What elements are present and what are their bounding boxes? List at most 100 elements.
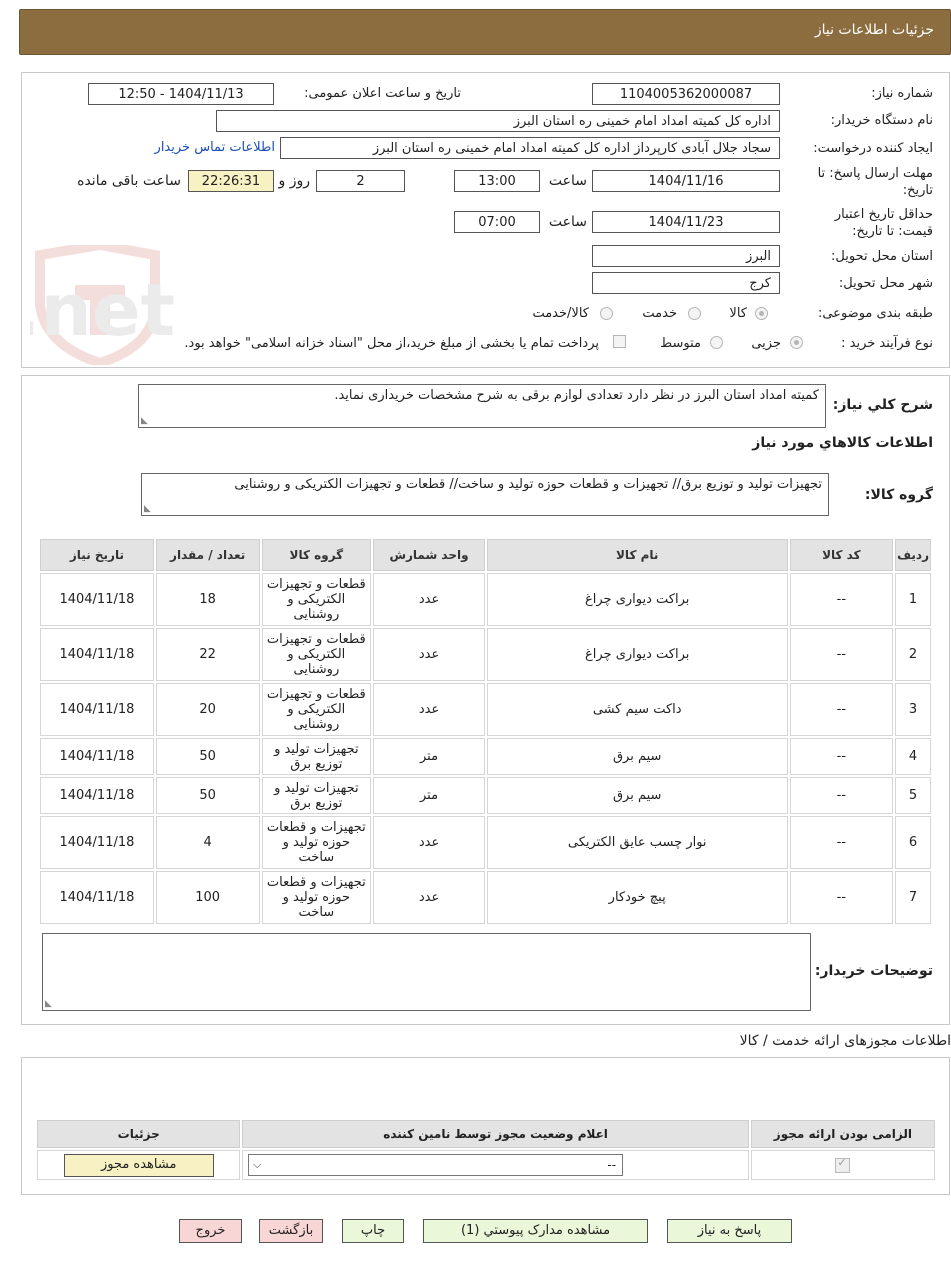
validity-time-field: 07:00 xyxy=(454,211,540,233)
item-unit: متر xyxy=(373,738,485,775)
row-number: 7 xyxy=(895,871,931,924)
validity-label: حداقل تاریخ اعتبار قیمت: تا تاریخ: xyxy=(835,206,933,240)
item-group: قطعات و تجهیزات الکتریکی و روشنایی xyxy=(261,628,372,681)
category-radio-goods[interactable] xyxy=(755,307,768,320)
table-row: 4 -- سیم برق متر تجهیزات تولید و توزیع ب… xyxy=(40,738,931,775)
need-number-field: 1104005362000087 xyxy=(592,83,780,105)
checkmark-icon: ✓ xyxy=(837,1155,847,1169)
buyer-org-field: اداره کل کمیته امداد امام خمینی ره استان… xyxy=(216,110,780,132)
category-radio-service[interactable] xyxy=(688,307,701,320)
item-qty: 100 xyxy=(155,871,260,924)
table-row: ✓ -- ⌵ مشاهده مجوز xyxy=(37,1150,935,1180)
col-header-license-required: الزامی بودن ارائه مجوز xyxy=(750,1120,935,1148)
license-status-cell: -- ⌵ xyxy=(242,1150,749,1180)
resize-grip-icon[interactable]: ◢ xyxy=(45,999,52,1009)
item-name: سیم برق xyxy=(486,738,788,775)
resize-grip-icon[interactable]: ◢ xyxy=(144,504,151,514)
view-license-button[interactable]: مشاهده مجوز xyxy=(63,1153,214,1177)
item-group: تجهیزات و قطعات حوزه تولید و ساخت xyxy=(261,816,372,869)
item-name: سیم برق xyxy=(486,777,788,814)
chevron-down-icon: ⌵ xyxy=(253,1158,262,1171)
item-unit: عدد xyxy=(373,683,485,736)
item-qty: 50 xyxy=(155,738,260,775)
licenses-table-header: الزامی بودن ارائه مجوز اعلام وضعیت مجوز … xyxy=(37,1120,935,1148)
buyer-org-label: نام دستگاه خریدار: xyxy=(830,113,933,128)
days-remaining-field: 2 xyxy=(316,170,405,192)
license-status-select[interactable]: -- ⌵ xyxy=(248,1154,624,1176)
city-label: شهر محل تحویل: xyxy=(838,276,933,291)
item-name: نوار چسب عایق الکتریکی xyxy=(486,816,788,869)
validity-time-label: ساعت xyxy=(548,214,587,230)
row-number: 3 xyxy=(895,683,931,736)
col-header-date: تاریخ نیاز xyxy=(40,539,154,571)
item-name: پیچ خودکار xyxy=(486,871,788,924)
description-label: شرح کلي نياز: xyxy=(832,397,933,413)
row-number: 1 xyxy=(895,573,931,626)
goods-group-label: گروه کالا: xyxy=(864,487,933,503)
col-header-unit: واحد شمارش xyxy=(373,539,485,571)
license-details-cell: مشاهده مجوز xyxy=(37,1150,241,1180)
item-date: 1404/11/18 xyxy=(40,777,154,814)
col-header-row: رديف xyxy=(895,539,931,571)
col-header-qty: تعداد / مقدار xyxy=(155,539,260,571)
resize-grip-icon[interactable]: ◢ xyxy=(141,416,148,426)
item-name: براکت دیواری چراغ xyxy=(486,573,788,626)
deadline-time-label: ساعت xyxy=(548,173,587,189)
page-title: جزئیات اطلاعات نیاز xyxy=(814,22,934,38)
process-radio-medium[interactable] xyxy=(710,336,723,349)
item-group: قطعات و تجهیزات الکتریکی و روشنایی xyxy=(261,573,372,626)
item-code: -- xyxy=(789,628,894,681)
deadline-label-line1: مهلت ارسال پاسخ: تا xyxy=(817,166,933,181)
print-button[interactable]: چاپ xyxy=(342,1219,404,1243)
col-header-license-status: اعلام وضعیت مجوز توسط نامین کننده xyxy=(242,1120,749,1148)
item-group: قطعات و تجهیزات الکتریکی و روشنایی xyxy=(261,683,372,736)
buyer-notes-textarea[interactable]: ◢ xyxy=(42,933,811,1011)
goods-group-textarea[interactable]: تجهیزات تولید و توزیع برق// تجهیزات و قط… xyxy=(141,473,829,516)
item-qty: 20 xyxy=(155,683,260,736)
category-option-service: خدمت xyxy=(642,306,677,321)
item-code: -- xyxy=(789,871,894,924)
item-code: -- xyxy=(789,777,894,814)
back-button[interactable]: بازگشت xyxy=(259,1219,323,1243)
item-date: 1404/11/18 xyxy=(40,683,154,736)
item-code: -- xyxy=(789,816,894,869)
row-number: 4 xyxy=(895,738,931,775)
item-qty: 18 xyxy=(155,573,260,626)
item-name: داکت سیم کشی xyxy=(486,683,788,736)
license-status-value: -- xyxy=(607,1158,617,1172)
row-number: 6 xyxy=(895,816,931,869)
col-header-code: کد کالا xyxy=(789,539,894,571)
need-number-label: شماره نیاز: xyxy=(871,86,933,101)
item-unit: عدد xyxy=(373,573,485,626)
col-header-details: جزئیات xyxy=(37,1120,241,1148)
announce-field: 1404/11/13 - 12:50 xyxy=(88,83,274,105)
validity-date-field: 1404/11/23 xyxy=(592,211,780,233)
process-radio-minor[interactable] xyxy=(790,336,803,349)
reply-to-need-button[interactable]: پاسخ به نیاز xyxy=(667,1219,792,1243)
items-table-header: رديف کد کالا نام کالا واحد شمارش گروه کا… xyxy=(40,539,931,571)
item-code: -- xyxy=(789,573,894,626)
announce-label: تاریخ و ساعت اعلان عمومی: xyxy=(304,86,461,101)
validity-label-line1: حداقل تاریخ اعتبار xyxy=(834,207,933,222)
days-label: روز و xyxy=(278,173,311,189)
item-qty: 22 xyxy=(155,628,260,681)
item-unit: عدد xyxy=(373,871,485,924)
goods-group-text: تجهیزات تولید و توزیع برق// تجهیزات و قط… xyxy=(234,477,822,492)
category-option-goods: کالا xyxy=(729,306,747,321)
item-date: 1404/11/18 xyxy=(40,738,154,775)
col-header-name: نام کالا xyxy=(486,539,788,571)
item-name: براکت دیواری چراغ xyxy=(486,628,788,681)
category-radio-goods-service[interactable] xyxy=(600,307,613,320)
item-date: 1404/11/18 xyxy=(40,816,154,869)
view-attachments-button[interactable]: مشاهده مدارک پیوستي (1) xyxy=(423,1219,648,1243)
remaining-time-field: 22:26:31 xyxy=(188,170,274,192)
treasury-payment-checkbox[interactable] xyxy=(613,335,626,348)
description-textarea[interactable]: کمیته امداد استان البرز در نظر دارد تعدا… xyxy=(138,384,826,428)
exit-button[interactable]: خروج xyxy=(179,1219,242,1243)
item-date: 1404/11/18 xyxy=(40,628,154,681)
buyer-contact-link[interactable]: اطلاعات تماس خریدار xyxy=(155,140,275,155)
licenses-table: الزامی بودن ارائه مجوز اعلام وضعیت مجوز … xyxy=(35,1118,937,1182)
table-row: 5 -- سیم برق متر تجهیزات تولید و توزیع ب… xyxy=(40,777,931,814)
item-code: -- xyxy=(789,683,894,736)
license-required-checkbox: ✓ xyxy=(835,1155,851,1173)
